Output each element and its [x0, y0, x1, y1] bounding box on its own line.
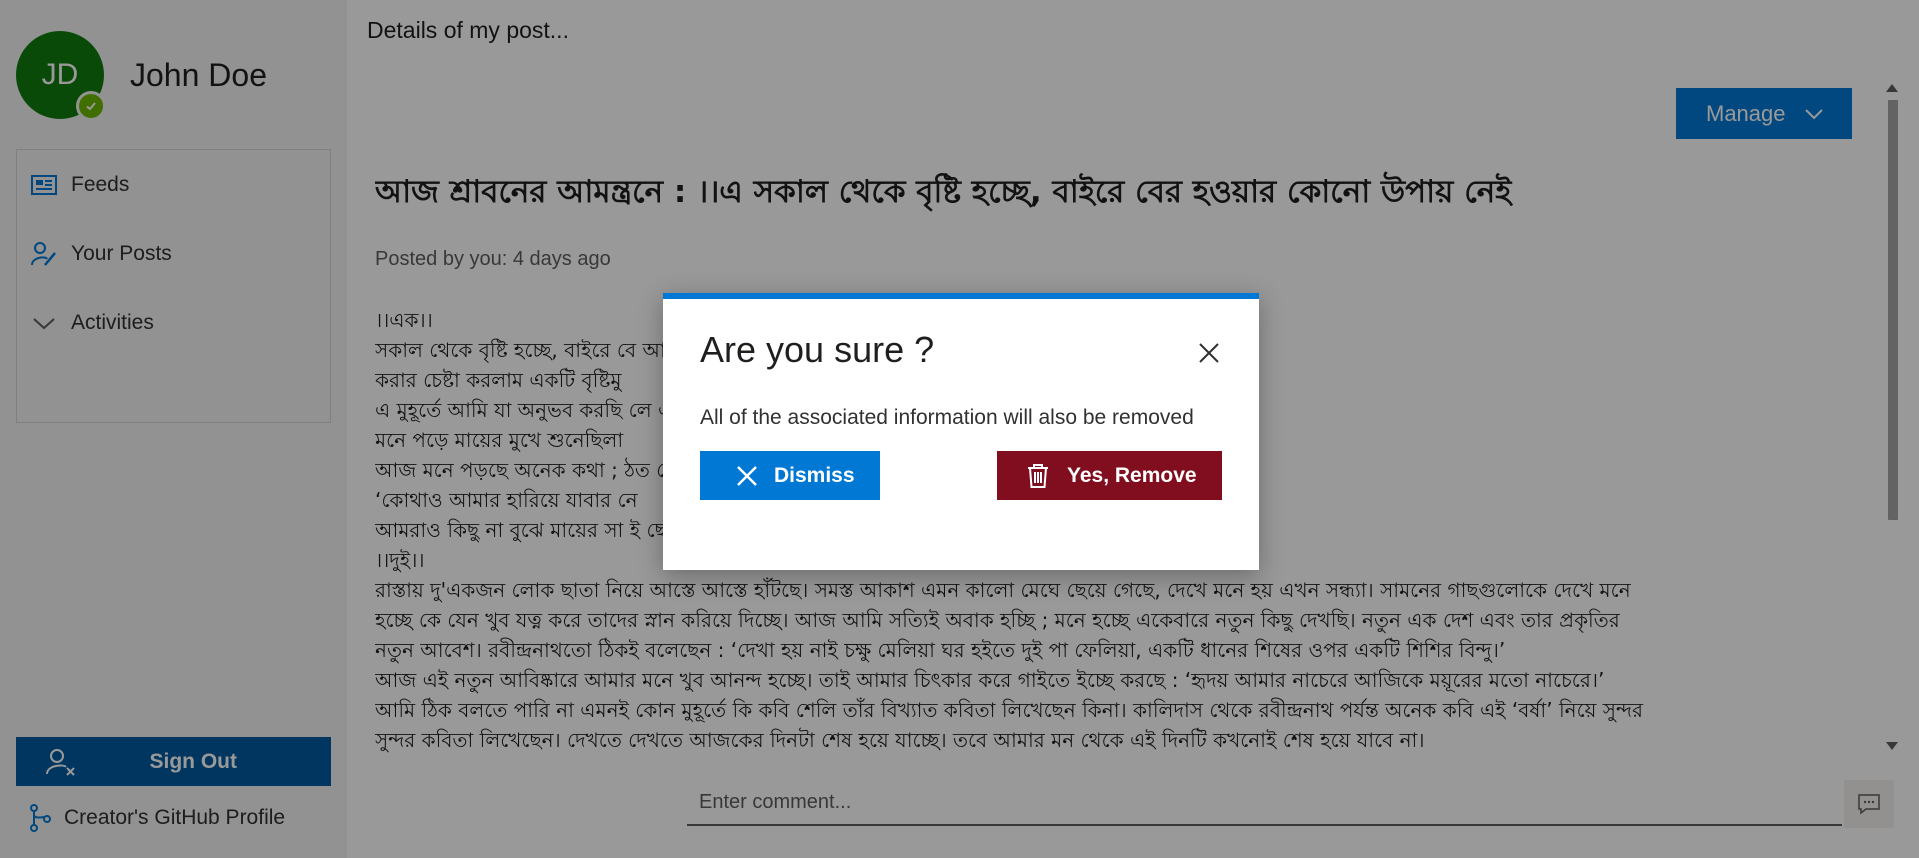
dismiss-button[interactable]: Dismiss — [700, 451, 880, 500]
trash-icon — [1028, 463, 1048, 488]
remove-label: Yes, Remove — [1067, 463, 1197, 487]
dialog-message: All of the associated information will a… — [700, 406, 1194, 429]
dismiss-label: Dismiss — [774, 463, 855, 487]
close-icon[interactable] — [1197, 341, 1221, 365]
close-icon — [737, 465, 757, 486]
remove-button[interactable]: Yes, Remove — [997, 451, 1222, 500]
confirm-dialog: Are you sure ? All of the associated inf… — [663, 293, 1259, 570]
dialog-title: Are you sure ? — [700, 329, 935, 370]
